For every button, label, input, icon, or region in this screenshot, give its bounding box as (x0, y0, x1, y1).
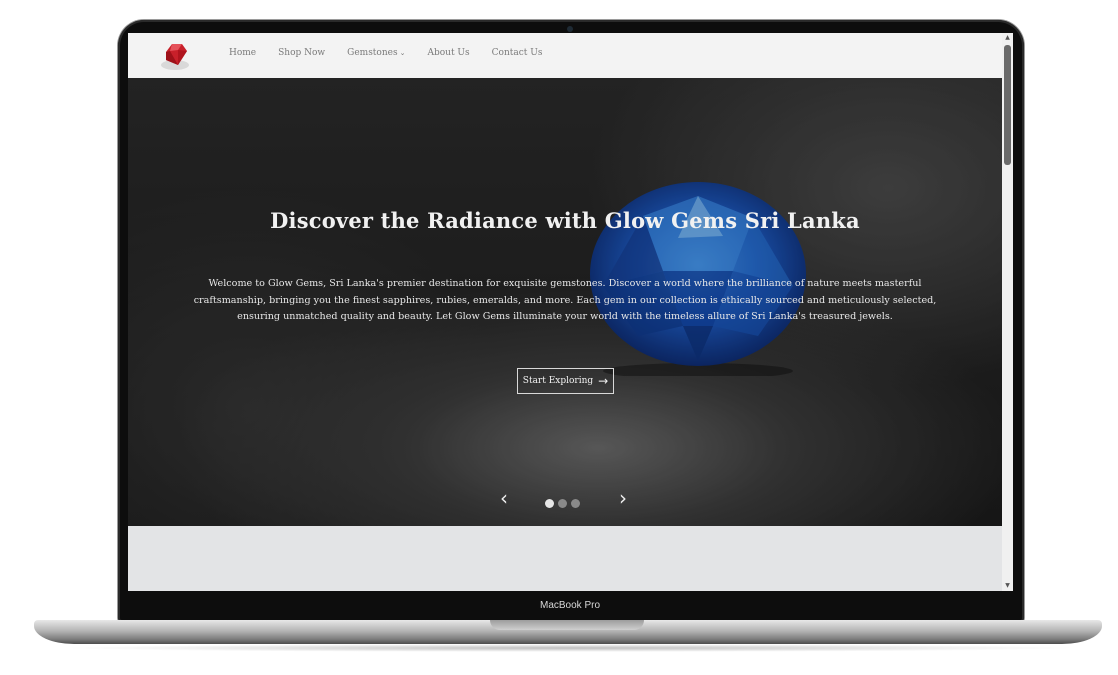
scroll-up-icon[interactable]: ▲ (1004, 34, 1011, 41)
start-exploring-label: Start Exploring (522, 376, 594, 386)
red-gem-logo-icon[interactable] (158, 38, 192, 72)
laptop-notch (490, 620, 644, 630)
nav-home-link[interactable]: Home (229, 48, 256, 58)
scroll-down-icon[interactable]: ▼ (1004, 582, 1011, 589)
carousel-dot-2[interactable] (558, 499, 567, 508)
arrow-right-icon: → (598, 374, 609, 388)
scrollbar-thumb[interactable] (1004, 45, 1011, 165)
nav-gemstones-dropdown[interactable]: Gemstones ⌄ (347, 48, 405, 58)
hero-description: Welcome to Glow Gems, Sri Lanka's premie… (193, 278, 937, 322)
carousel-prev-icon[interactable]: ‹ (500, 488, 508, 508)
nav-links: Home Shop Now Gemstones ⌄ About Us Contac… (229, 48, 564, 58)
nav-shop-now-link[interactable]: Shop Now (278, 48, 325, 58)
chevron-down-icon: ⌄ (399, 49, 406, 57)
carousel-dot-1[interactable] (545, 499, 554, 508)
nav-contact-us-link[interactable]: Contact Us (492, 48, 543, 58)
carousel-next-icon[interactable]: › (619, 488, 627, 508)
start-exploring-button[interactable]: Start Exploring → (517, 368, 614, 394)
site-navbar: Home Shop Now Gemstones ⌄ About Us Contac… (128, 33, 1002, 78)
carousel-dot-3[interactable] (571, 499, 580, 508)
vertical-scrollbar[interactable]: ▲ ▼ (1002, 33, 1013, 591)
laptop-shadow (60, 644, 1080, 652)
nav-gemstones-label: Gemstones (347, 48, 398, 58)
hero-carousel: Discover the Radiance with Glow Gems Sri… (128, 78, 1002, 526)
browser-viewport: Home Shop Now Gemstones ⌄ About Us Contac… (128, 33, 1013, 591)
nav-about-us-link[interactable]: About Us (427, 48, 469, 58)
device-label: MacBook Pro (539, 600, 601, 611)
camera-icon (567, 26, 573, 32)
hero-title: Discover the Radiance with Glow Gems Sri… (270, 208, 860, 233)
carousel-indicators (545, 499, 580, 508)
